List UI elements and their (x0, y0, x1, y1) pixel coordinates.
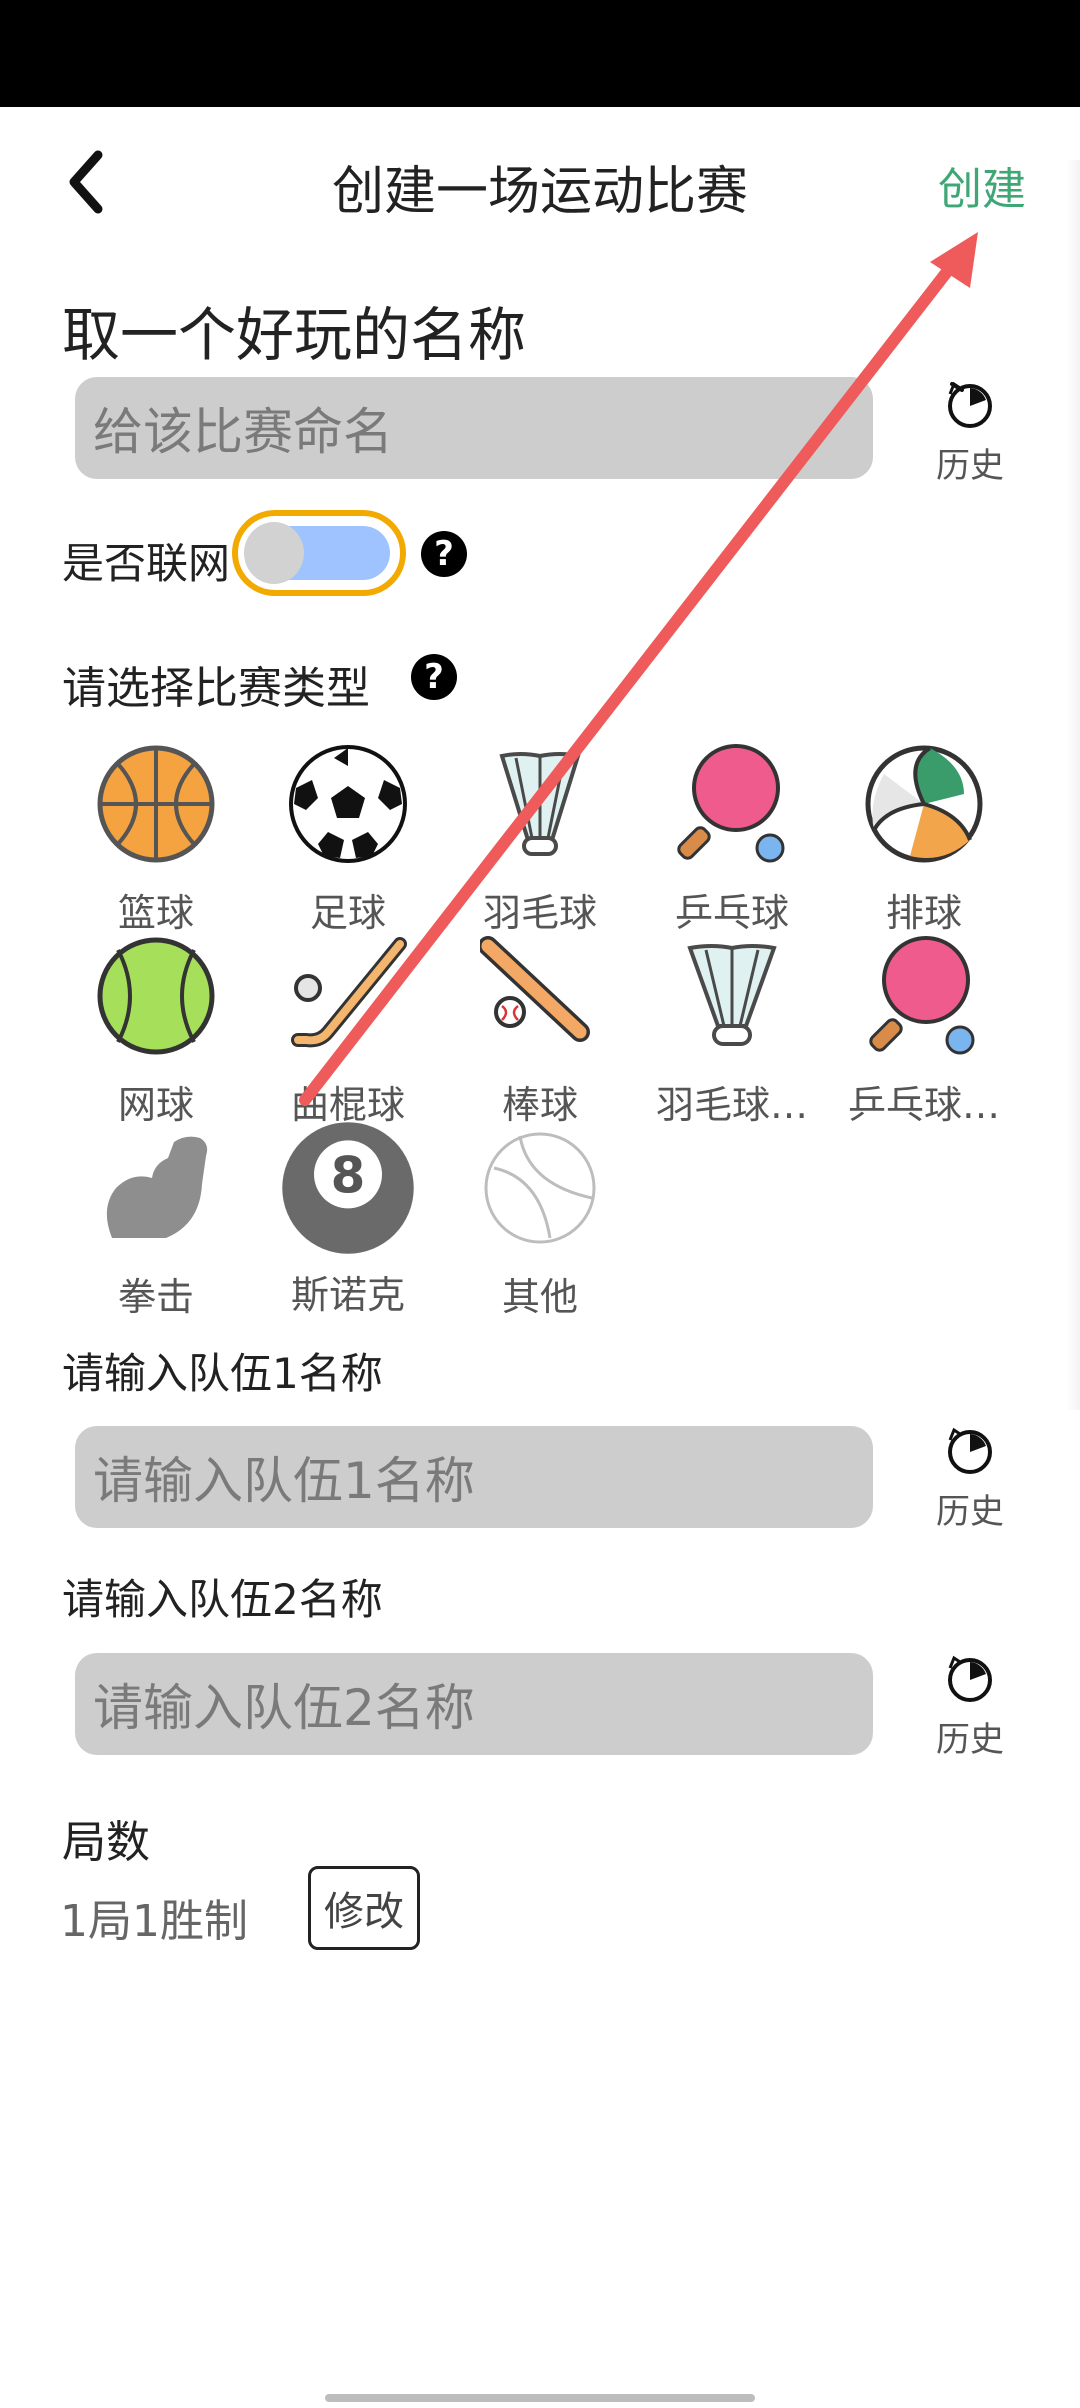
team1-label: 请输入队伍1名称 (62, 1349, 383, 1398)
team1-name-input[interactable]: 请输入队伍1名称 (75, 1426, 873, 1528)
modify-rounds-button[interactable]: 修改 (308, 1866, 420, 1950)
tennis-ball-icon (97, 937, 215, 1055)
basketball-icon (97, 745, 215, 863)
network-toggle[interactable] (232, 510, 406, 596)
page-edge-shadow (1066, 160, 1080, 1410)
network-help-icon[interactable]: ? (421, 531, 467, 577)
volleyball-icon (865, 745, 983, 863)
sport-label: 棒球 (501, 1083, 578, 1127)
history-button-team1[interactable]: 历史 (928, 1422, 1012, 1532)
match-name-input[interactable]: 给该比赛命名 (75, 377, 873, 479)
sport-label: 羽毛球 (482, 891, 597, 935)
sport-label: 网球 (117, 1083, 194, 1127)
history-label: 历史 (936, 446, 1004, 486)
network-label: 是否联网 (62, 539, 231, 588)
sport-hockey[interactable]: 曲棍球 (258, 936, 438, 1127)
team2-label: 请输入队伍2名称 (62, 1575, 383, 1624)
rounds-label: 局数 (62, 1817, 150, 1868)
sport-label: 斯诺克 (290, 1273, 405, 1317)
sport-other[interactable]: 其他 (450, 1128, 630, 1319)
sport-badminton-variant[interactable]: 羽毛球… (642, 936, 822, 1127)
sport-label: 排球 (885, 891, 962, 935)
sport-ping-pong-variant[interactable]: 乒乓球… (834, 936, 1014, 1127)
page-title: 创建一场运动比赛 (331, 162, 748, 222)
shuttlecock-icon (687, 944, 777, 1046)
sport-snooker[interactable]: 8 斯诺克 (258, 1120, 438, 1317)
history-timer-icon (948, 1655, 992, 1702)
status-bar (0, 0, 1080, 107)
sport-boxing[interactable]: 拳击 (66, 1128, 246, 1319)
sport-label: 乒乓球 (674, 891, 789, 935)
sport-label: 乒乓球… (847, 1083, 1000, 1127)
sport-label: 足球 (309, 891, 386, 935)
type-help-icon[interactable]: ? (411, 654, 457, 700)
history-label: 历史 (936, 1720, 1004, 1760)
ping-pong-paddle-icon (677, 744, 785, 863)
sport-label: 羽毛球… (655, 1083, 808, 1127)
eight-ball-icon: 8 (282, 1122, 414, 1254)
shuttlecock-icon (499, 752, 581, 856)
sport-baseball[interactable]: 棒球 (450, 936, 630, 1127)
sport-label: 篮球 (117, 891, 194, 935)
sport-volleyball[interactable]: 排球 (834, 744, 1014, 935)
history-button-name[interactable]: 历史 (928, 376, 1012, 486)
svg-text:8: 8 (331, 1147, 366, 1205)
sport-soccer[interactable]: 足球 (258, 744, 438, 935)
sport-basketball[interactable]: 篮球 (66, 744, 246, 935)
home-indicator[interactable] (325, 2394, 755, 2402)
sport-label: 拳击 (117, 1275, 194, 1319)
history-timer-icon (948, 381, 992, 428)
ping-pong-paddle-icon (869, 936, 975, 1055)
toggle-knob (244, 522, 304, 584)
flexed-arm-icon (106, 1136, 208, 1238)
sport-badminton[interactable]: 羽毛球 (450, 744, 630, 935)
rounds-value: 1局1胜制 (60, 1896, 248, 1947)
generic-ball-icon (484, 1132, 596, 1244)
team2-name-input[interactable]: 请输入队伍2名称 (75, 1653, 873, 1755)
sport-label: 其他 (501, 1275, 578, 1319)
hockey-stick-icon (291, 937, 407, 1048)
sport-ping-pong[interactable]: 乒乓球 (642, 744, 822, 935)
type-section-title: 请选择比赛类型 (62, 663, 370, 714)
sport-tennis[interactable]: 网球 (66, 936, 246, 1127)
top-app-bar: 创建一场运动比赛 创建 (0, 107, 1080, 257)
create-button[interactable]: 创建 (938, 153, 1026, 217)
history-timer-icon (948, 1427, 992, 1474)
history-button-team2[interactable]: 历史 (928, 1650, 1012, 1760)
name-section-title: 取一个好玩的名称 (62, 301, 527, 369)
history-label: 历史 (936, 1492, 1004, 1532)
baseball-bat-icon (478, 936, 590, 1042)
soccer-ball-icon (289, 745, 407, 863)
